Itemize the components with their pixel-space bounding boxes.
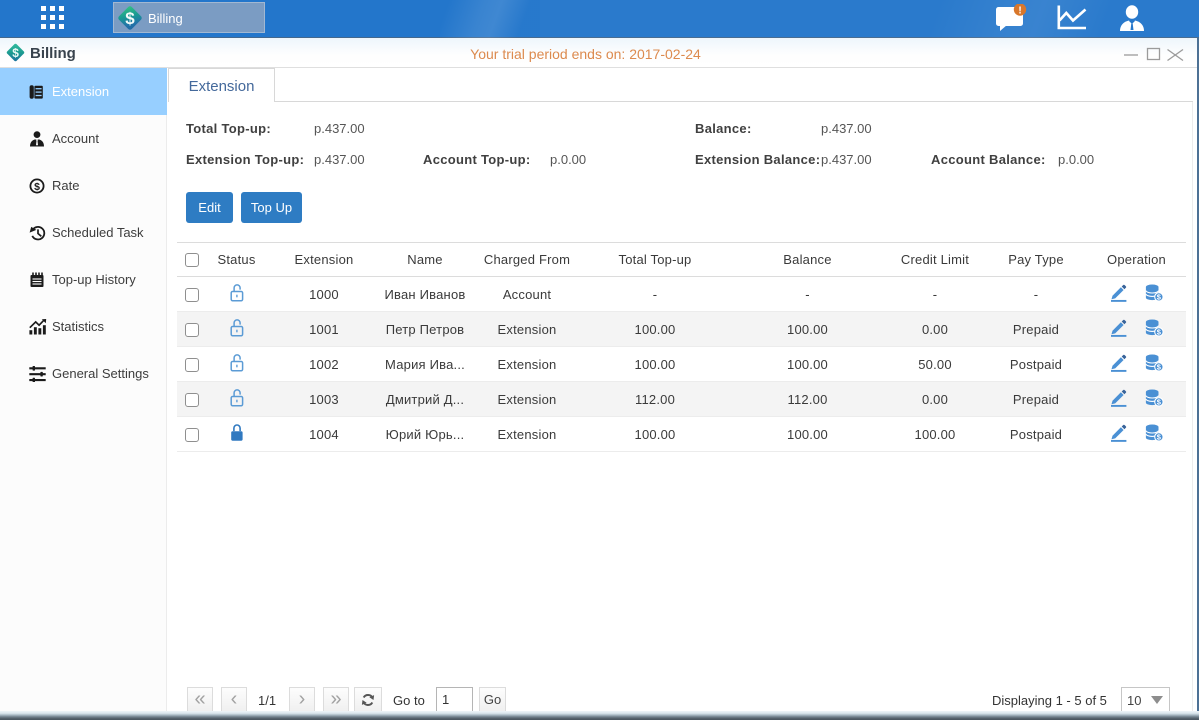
svg-text:$: $ — [1157, 433, 1162, 442]
svg-text:$: $ — [125, 9, 135, 28]
svg-text:$: $ — [1157, 363, 1162, 372]
svg-text:$: $ — [1157, 293, 1162, 302]
svg-text:$: $ — [34, 180, 40, 192]
svg-text:$: $ — [1157, 328, 1162, 337]
svg-text:!: ! — [1018, 5, 1021, 16]
svg-text:$: $ — [1157, 398, 1162, 407]
